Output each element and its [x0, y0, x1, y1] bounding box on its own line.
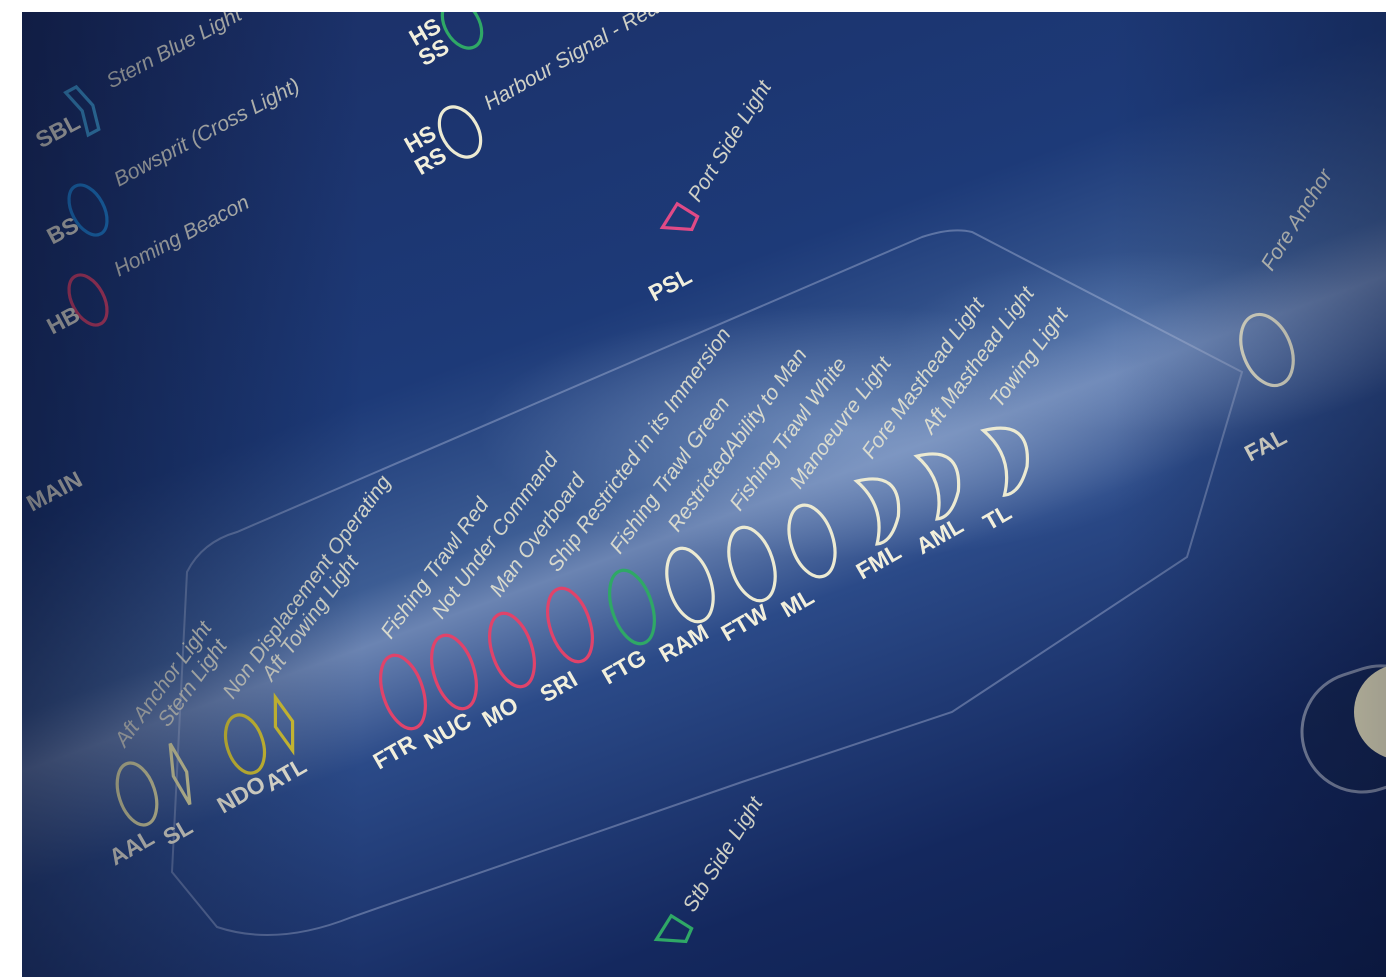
circle-icon	[727, 525, 777, 603]
light-code: MO	[478, 691, 523, 732]
light-name: Homing Beacon	[110, 191, 253, 281]
starboard-light-icon	[653, 913, 694, 944]
harbour-signals: HS SS HS RS Harbour Signal - Ready	[400, 12, 683, 180]
signal-name: Harbour Signal - Ready	[480, 12, 683, 115]
ship-lights-display: SBL Stern Blue Light BS Bowsprit (Cross …	[22, 12, 1386, 977]
circle-icon	[223, 713, 267, 775]
section-label: MAIN	[22, 466, 86, 517]
light-code: FTW	[717, 599, 773, 647]
light-code: SRI	[536, 666, 582, 708]
port-light-name: Port Side Light	[684, 76, 777, 206]
light-ml[interactable]: MLManoeuvre Light	[777, 352, 897, 622]
crescent-icon	[853, 477, 901, 546]
light-code: ML	[777, 583, 819, 622]
light-code: FTG	[598, 644, 651, 690]
port-light-code: PSL	[644, 262, 696, 306]
light-code: RAM	[655, 619, 713, 668]
signal-ss[interactable]: HS SS	[402, 12, 489, 74]
main-toggle-switch[interactable]	[1286, 650, 1386, 807]
circle-icon	[787, 503, 837, 579]
circle-icon	[430, 633, 478, 711]
light-code: NDO	[213, 770, 270, 818]
starboard-light-name: Stb Side Light	[679, 792, 768, 916]
main-lights-row: AALAft Anchor LightSLStern LightNDONon D…	[105, 282, 1074, 871]
diamond-icon	[273, 692, 295, 756]
fore-anchor-name: Fore Anchor	[1257, 164, 1338, 274]
crescent-icon	[980, 426, 1030, 498]
crescent-icon	[913, 452, 961, 521]
circle-icon	[546, 586, 594, 664]
port-side-light[interactable]: Port Side Light	[659, 76, 779, 242]
light-code: ATL	[261, 752, 311, 796]
circle-icon	[608, 568, 656, 646]
circle-icon	[488, 611, 536, 689]
circle-icon	[379, 653, 427, 731]
light-name: Bowsprit (Cross Light)	[110, 74, 303, 191]
light-code: NUC	[420, 707, 476, 754]
fore-anchor-light[interactable]: FAL Fore Anchor	[1231, 164, 1338, 466]
top-left-lights: SBL Stern Blue Light BS Bowsprit (Cross …	[31, 12, 303, 340]
light-code: FTR	[369, 729, 421, 774]
port-light-icon	[659, 201, 700, 232]
light-name: Ship Restricted in its Immersion	[543, 324, 735, 576]
light-code: SBL	[31, 109, 84, 154]
light-code: SL	[159, 813, 197, 850]
diamond-icon	[168, 742, 192, 806]
circle-icon	[115, 761, 159, 827]
circle-icon	[1239, 312, 1295, 388]
light-panel: SBL Stern Blue Light BS Bowsprit (Cross …	[22, 12, 1386, 953]
light-name: Non Displacement Operating	[218, 471, 395, 703]
fore-anchor-code: FAL	[1240, 423, 1291, 466]
light-code: TL	[979, 499, 1016, 536]
circle-icon	[665, 546, 715, 624]
starboard-side-light[interactable]: Stb Side Light	[653, 792, 770, 953]
light-code: BS	[42, 211, 82, 249]
light-code: HB	[42, 301, 84, 340]
light-name: Stern Blue Light	[103, 12, 247, 93]
light-code: AAL	[105, 824, 159, 870]
